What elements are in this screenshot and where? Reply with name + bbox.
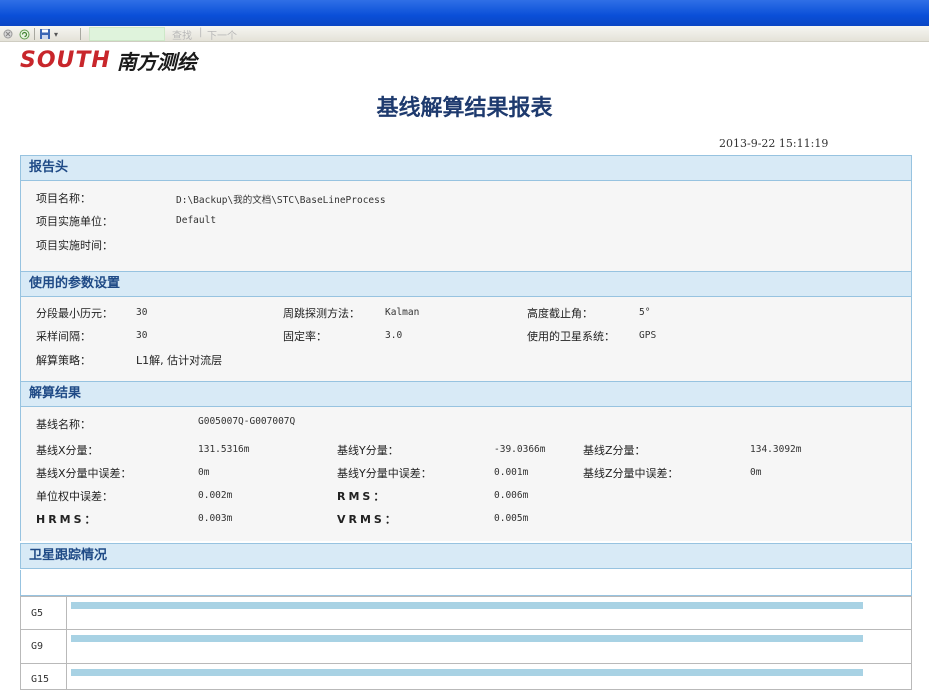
- logo-cn-text: 南方测绘: [116, 49, 197, 74]
- baseline-dz-value: 134.3092m: [750, 444, 802, 455]
- baseline-dz-label: 基线Z分量：: [583, 444, 646, 457]
- rms-label: RMS：: [337, 490, 388, 503]
- project-unit-label: 项目实施单位：: [36, 215, 113, 228]
- report-title: 基线解算结果报表: [376, 96, 553, 121]
- satellite-id: G15: [21, 664, 67, 689]
- find-input[interactable]: [89, 27, 165, 41]
- toolbar-separator-text: |: [199, 27, 203, 38]
- find-next-button[interactable]: 下一个: [207, 27, 237, 42]
- window-titlebar: [0, 0, 929, 26]
- satellite-row: G5: [20, 596, 912, 630]
- toolbar-separator: [80, 28, 81, 40]
- baseline-dx-error-value: 0m: [198, 467, 210, 478]
- unit-weight-error-label: 单位权中误差：: [36, 490, 113, 503]
- project-name-label: 项目名称：: [36, 192, 91, 205]
- stop-icon[interactable]: [2, 27, 14, 41]
- satellite-row: G9: [20, 630, 912, 664]
- baseline-dx-label: 基线X分量：: [36, 444, 99, 457]
- save-icon[interactable]: [38, 27, 52, 41]
- toolbar-separator: [34, 28, 35, 40]
- section-header-params: 使用的参数设置: [20, 271, 912, 297]
- report-toolbar: ▾ 查找 | 下一个: [0, 26, 929, 42]
- baseline-dy-error-value: 0.001m: [494, 467, 529, 478]
- hrms-value: 0.003m: [198, 513, 233, 524]
- satellite-tracking-bar: [71, 602, 863, 609]
- cutoff-angle-value: 5°: [639, 307, 651, 318]
- section-header-report: 报告头: [20, 155, 912, 181]
- section-body-results: 基线名称： G005007Q-G007007Q 基线X分量： 131.5316m…: [20, 407, 912, 541]
- min-epoch-value: 30: [136, 307, 148, 318]
- cycle-slip-value: Kalman: [385, 307, 420, 318]
- satellite-tracking-bar: [71, 635, 863, 642]
- satellite-system-label: 使用的卫星系统：: [527, 330, 615, 343]
- satellite-id: G9: [21, 630, 67, 663]
- interval-label: 采样间隔：: [36, 330, 91, 343]
- find-button[interactable]: 查找: [172, 27, 192, 42]
- report-timestamp: 2013-9-22 15:11:19: [719, 137, 829, 150]
- south-logo: SOUTH 南方测绘: [20, 46, 197, 74]
- section-body-report: 项目名称： D:\Backup\我的文档\STC\BaseLineProcess…: [20, 181, 912, 271]
- cutoff-angle-label: 高度截止角：: [527, 307, 593, 320]
- strategy-label: 解算策略：: [36, 354, 91, 367]
- vrms-value: 0.005m: [494, 513, 529, 524]
- interval-value: 30: [136, 330, 148, 341]
- baseline-dz-error-label: 基线Z分量中误差：: [583, 467, 679, 480]
- satellite-system-value: GPS: [639, 330, 657, 341]
- cycle-slip-label: 周跳探测方法：: [283, 307, 360, 320]
- logo-brand-text: SOUTH: [20, 47, 111, 73]
- dropdown-arrow-icon[interactable]: ▾: [52, 27, 60, 41]
- fixed-ratio-value: 3.0: [385, 330, 403, 341]
- baseline-dx-error-label: 基线X分量中误差：: [36, 467, 132, 480]
- baseline-dy-value: -39.0366m: [494, 444, 546, 455]
- rms-value: 0.006m: [494, 490, 529, 501]
- vrms-label: VRMS：: [337, 513, 399, 526]
- baseline-name-label: 基线名称：: [36, 418, 91, 431]
- satellite-table-blank-row: [20, 570, 912, 596]
- hrms-label: HRMS：: [36, 513, 99, 526]
- refresh-icon[interactable]: [18, 27, 30, 41]
- satellite-tracking-bar: [71, 669, 863, 676]
- baseline-dy-error-label: 基线Y分量中误差：: [337, 467, 432, 480]
- project-time-label: 项目实施时间：: [36, 239, 113, 252]
- project-unit-value: Default: [176, 215, 217, 226]
- baseline-dz-error-value: 0m: [750, 467, 762, 478]
- baseline-dx-value: 131.5316m: [198, 444, 250, 455]
- satellite-row: G15: [20, 664, 912, 690]
- unit-weight-error-value: 0.002m: [198, 490, 233, 501]
- satellite-id: G5: [21, 597, 67, 629]
- section-header-satellites: 卫星跟踪情况: [20, 543, 912, 569]
- section-header-results: 解算结果: [20, 381, 912, 407]
- min-epoch-label: 分段最小历元：: [36, 307, 113, 320]
- baseline-name-value: G005007Q-G007007Q: [198, 416, 296, 427]
- fixed-ratio-label: 固定率：: [283, 330, 327, 343]
- strategy-value: L1解, 估计对流层: [136, 354, 223, 367]
- project-name-value: D:\Backup\我的文档\STC\BaseLineProcess: [176, 195, 386, 206]
- section-body-params: 分段最小历元： 30 周跳探测方法： Kalman 高度截止角： 5° 采样间隔…: [20, 297, 912, 381]
- baseline-dy-label: 基线Y分量：: [337, 444, 399, 457]
